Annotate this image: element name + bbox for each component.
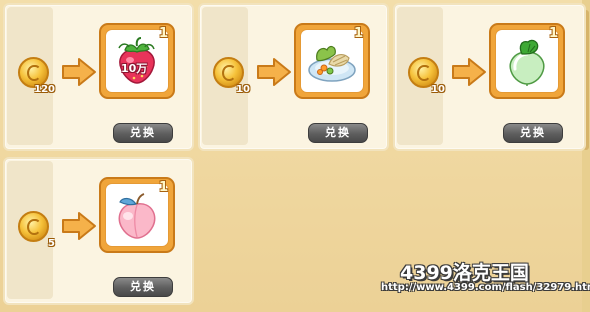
exchange-button[interactable]: 兑换 [113,123,173,143]
item-quantity: 1 [158,26,168,41]
exchange-card-peach: 5 1 兑换 [3,157,194,305]
exchange-button[interactable]: 兑换 [503,123,563,143]
item-quantity: 1 [158,180,168,195]
coin-price: 10 [213,57,250,95]
item-slot: 1 [294,23,370,99]
peach-icon [118,193,156,239]
exchange-card-strawberry: 120 10万 1 兑换 [3,3,194,151]
radish-icon [509,39,545,86]
exchange-button[interactable]: 兑换 [113,277,173,297]
arrow-right-icon [257,58,291,86]
arrow-right-icon [62,212,96,240]
price-label: 5 [48,238,55,249]
exchange-card-food-plate: 10 1 兑换 [198,3,389,151]
coin-price: 120 [18,57,55,95]
price-label: 120 [34,84,55,95]
site-watermark-brand: 4399洛克王国 [400,262,529,284]
item-quantity: 1 [353,26,363,41]
arrow-right-icon [452,58,486,86]
gold-coin-icon [18,211,49,242]
item-slot: 10万 1 [99,23,175,99]
exchange-button[interactable]: 兑换 [308,123,368,143]
price-label: 10 [431,84,445,95]
arrow-right-icon [62,58,96,86]
item-quantity: 1 [548,26,558,41]
strawberry-badge-label: 10万 [121,62,148,75]
coin-price: 10 [408,57,445,95]
price-label: 10 [236,84,250,95]
food-plate-icon [308,45,356,82]
item-slot: 1 [489,23,565,99]
coin-price: 5 [18,211,55,249]
item-slot: 1 [99,177,175,253]
site-watermark-url: http://www.4399.com/flash/32979.htm [381,282,590,293]
exchange-card-radish: 10 1 兑换 [393,3,586,151]
